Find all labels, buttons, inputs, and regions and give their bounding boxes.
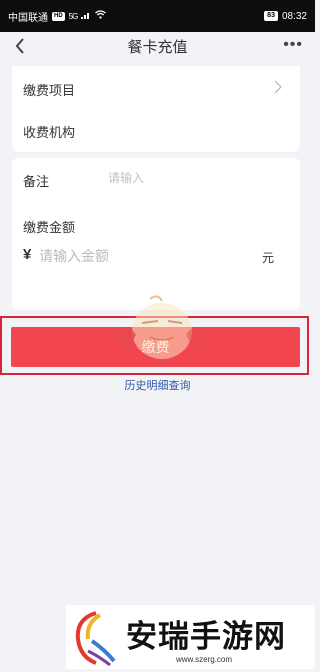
remark-input[interactable] — [108, 171, 258, 185]
nav-bar: 餐卡充值 ••• — [0, 32, 315, 60]
watermark-logo-icon — [66, 605, 122, 669]
battery-icon: 83 — [264, 11, 278, 21]
hd-badge: HD — [52, 11, 65, 21]
payment-info-card: 缴费项目 收费机构 — [12, 66, 300, 152]
chevron-right-icon — [274, 80, 282, 99]
currency-symbol: ¥ — [23, 246, 32, 263]
chevron-left-icon[interactable] — [10, 35, 30, 57]
payment-item-label: 缴费项目 — [23, 83, 76, 98]
signal-icon — [81, 11, 91, 22]
clock: 08:32 — [281, 10, 307, 22]
watermark-text: 安瑞手游网 — [126, 619, 286, 655]
more-dots-icon[interactable]: ••• — [283, 36, 303, 54]
status-left: 中国联通 HD 5G — [8, 9, 107, 24]
history-link[interactable]: 历史明细查询 — [0, 377, 315, 393]
status-bar: 中国联通 HD 5G 83 08:32 — [0, 0, 315, 32]
watermark: 安瑞手游网 www.szerg.com — [66, 605, 315, 669]
page-title: 餐卡充值 — [127, 38, 188, 56]
pay-button-label: 缴费 — [141, 339, 170, 355]
carrier-label: 中国联通 — [8, 12, 48, 24]
pay-button[interactable]: 缴费 — [11, 327, 300, 367]
wifi-icon — [95, 10, 107, 22]
status-right: 83 08:32 — [264, 11, 307, 22]
amount-input[interactable] — [39, 248, 219, 264]
network-label: 5G — [68, 11, 79, 21]
institution-row: 收费机构 — [12, 109, 300, 151]
payment-item-row[interactable]: 缴费项目 — [12, 66, 300, 108]
unit-label: 元 — [262, 251, 275, 265]
remark-label: 备注 — [23, 174, 50, 189]
watermark-url: www.szerg.com — [176, 655, 233, 664]
institution-label: 收费机构 — [23, 125, 76, 140]
amount-label: 缴费金额 — [23, 220, 76, 235]
payment-form-card: 备注 缴费金额 ¥ 元 — [12, 158, 300, 310]
